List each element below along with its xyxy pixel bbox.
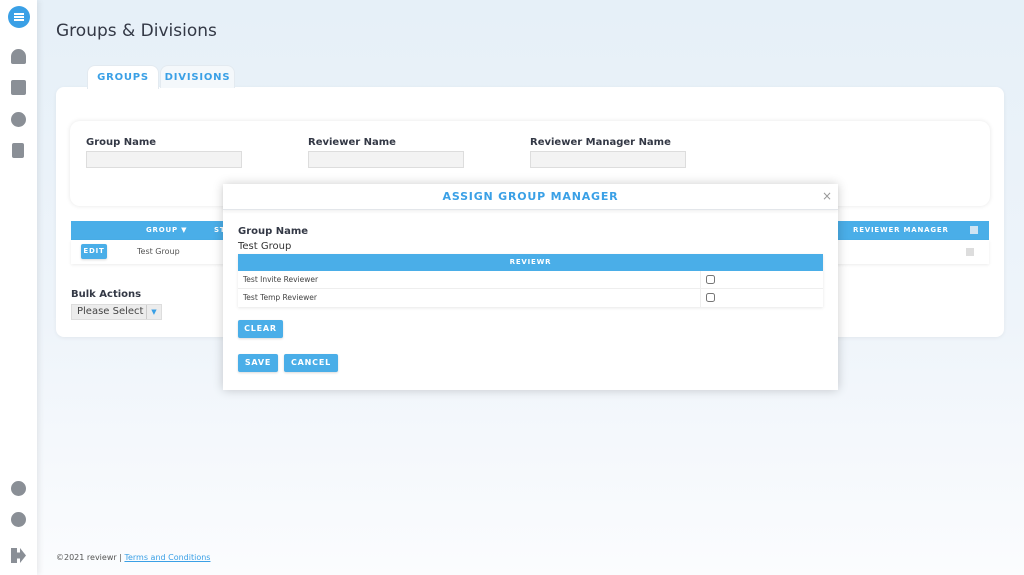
assign-group-manager-modal: ASSIGN GROUP MANAGER × Group Name Test G… xyxy=(223,184,838,390)
reviewer-name: Test Invite Reviewer xyxy=(243,275,319,284)
logo-icon[interactable] xyxy=(8,6,30,28)
reviewer-table: REVIEWR Test Invite Reviewer Test Temp R… xyxy=(238,254,823,307)
modal-title: ASSIGN GROUP MANAGER xyxy=(223,184,838,210)
gear-icon[interactable] xyxy=(11,112,26,127)
chevron-down-icon: ▼ xyxy=(146,305,161,319)
tab-groups[interactable]: GROUPS xyxy=(87,65,159,89)
reviewer-row: Test Invite Reviewer xyxy=(238,271,823,289)
column-reviewer-manager[interactable]: REVIEWER MANAGER xyxy=(853,226,949,234)
group-name-input[interactable] xyxy=(86,151,242,168)
lifebuoy-icon[interactable] xyxy=(11,481,26,496)
edit-button[interactable]: EDIT xyxy=(81,244,107,259)
group-name-label: Group Name xyxy=(86,137,157,148)
modal-group-label: Group Name xyxy=(238,226,309,237)
reviewer-manager-name-label: Reviewer Manager Name xyxy=(530,137,671,148)
reviewer-name-label: Reviewer Name xyxy=(308,137,396,148)
column-group[interactable]: GROUP ▼ xyxy=(146,226,187,234)
reviewer-name: Test Temp Reviewer xyxy=(243,293,317,302)
reviewer-checkbox[interactable] xyxy=(706,293,715,302)
cancel-button[interactable]: CANCEL xyxy=(284,354,338,372)
sign-out-icon[interactable] xyxy=(11,548,26,563)
footer: ©2021 reviewr | Terms and Conditions xyxy=(56,553,210,562)
dashboard-gauge-icon[interactable] xyxy=(11,49,26,64)
row-checkbox[interactable] xyxy=(966,248,974,256)
tab-divisions[interactable]: DIVISIONS xyxy=(160,65,235,88)
reviewer-checkbox[interactable] xyxy=(706,275,715,284)
modal-group-value: Test Group xyxy=(238,241,292,252)
close-icon[interactable]: × xyxy=(822,189,832,203)
calendar-icon[interactable] xyxy=(11,80,26,95)
clipboard-icon[interactable] xyxy=(12,143,24,158)
select-all-checkbox[interactable] xyxy=(970,226,978,234)
reviewer-name-input[interactable] xyxy=(308,151,464,168)
reviewer-row: Test Temp Reviewer xyxy=(238,289,823,307)
user-circle-icon[interactable] xyxy=(11,512,26,527)
reviewer-column-header: REVIEWR xyxy=(238,254,823,271)
bulk-actions-label: Bulk Actions xyxy=(71,289,142,300)
reviewer-manager-name-input[interactable] xyxy=(530,151,686,168)
clear-button[interactable]: CLEAR xyxy=(238,320,283,338)
terms-link[interactable]: Terms and Conditions xyxy=(124,553,210,562)
bulk-actions-select[interactable]: Please Select ▼ xyxy=(71,304,162,320)
save-button[interactable]: SAVE xyxy=(238,354,278,372)
page-title: Groups & Divisions xyxy=(56,21,217,41)
sidebar xyxy=(0,0,37,575)
copyright: ©2021 reviewr | xyxy=(56,553,122,562)
group-cell: Test Group xyxy=(137,247,180,256)
